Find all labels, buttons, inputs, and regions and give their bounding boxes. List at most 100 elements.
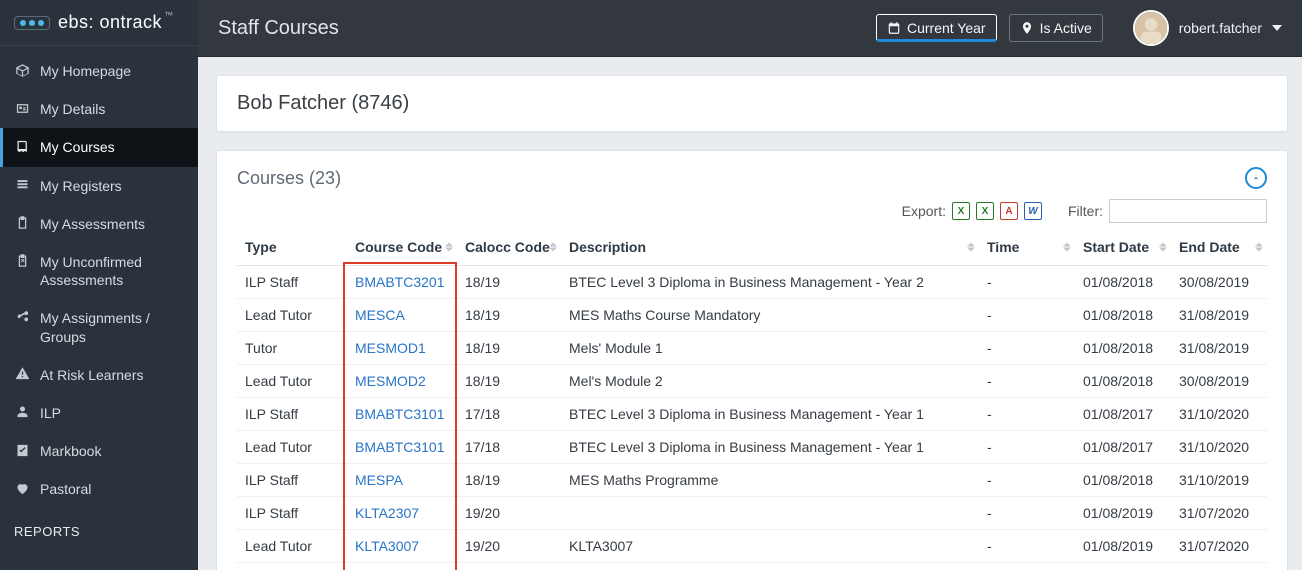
avatar-placeholder-icon <box>1135 12 1167 44</box>
course-code-link[interactable]: BMABTC3201 <box>355 274 444 290</box>
pin-icon <box>1020 21 1034 35</box>
col-type[interactable]: Type <box>237 229 347 266</box>
sidebar-item-markbook[interactable]: Markbook <box>0 432 198 470</box>
cell-calocc: 19/20 <box>457 563 561 570</box>
cell-desc: BTEC Level 3 Diploma in Business Managem… <box>561 266 979 299</box>
cell-start: 01/08/2017 <box>1075 431 1171 464</box>
content: Bob Fatcher (8746) Courses (23) Export: … <box>198 57 1302 570</box>
course-code-link[interactable]: MESMOD2 <box>355 373 426 389</box>
col-course-code[interactable]: Course Code <box>347 229 457 266</box>
user-menu[interactable]: robert.fatcher <box>1133 10 1282 46</box>
chip-current-year[interactable]: Current Year <box>876 14 997 42</box>
cell-code: KLTA3007 <box>347 530 457 563</box>
course-code-link[interactable]: MESMOD1 <box>355 340 426 356</box>
cell-start: 01/08/2018 <box>1075 332 1171 365</box>
sort-arrows-icon <box>445 243 453 252</box>
export-xls-icon[interactable]: X <box>952 202 970 220</box>
course-code-link[interactable]: MESPA <box>355 472 403 488</box>
cell-calocc: 18/19 <box>457 332 561 365</box>
sidebar-item-my-assignments-groups[interactable]: My Assignments / Groups <box>0 299 198 355</box>
cell-time: - <box>979 497 1075 530</box>
cell-end: 31/10/2020 <box>1171 398 1267 431</box>
warn-icon <box>14 366 30 382</box>
cell-desc: Mel's Module 2 <box>561 365 979 398</box>
cell-desc: MES Maths Programme <box>561 464 979 497</box>
collapse-button[interactable] <box>1245 167 1267 189</box>
cell-code: MESMOD1 <box>347 332 457 365</box>
chevron-down-icon <box>1272 25 1282 31</box>
col-start-date[interactable]: Start Date <box>1075 229 1171 266</box>
sort-arrows-icon <box>1063 243 1071 252</box>
check-icon <box>14 442 30 458</box>
sidebar-item-my-assessments[interactable]: My Assessments <box>0 205 198 243</box>
cell-type: ILP Staff <box>237 266 347 299</box>
cell-calocc: 18/19 <box>457 464 561 497</box>
cell-end: 31/10/2020 <box>1171 431 1267 464</box>
cell-type: Lead Tutor <box>237 431 347 464</box>
cell-type: ILP Staff <box>237 464 347 497</box>
courses-table: TypeCourse CodeCalocc CodeDescriptionTim… <box>237 229 1267 570</box>
share-icon <box>14 309 30 325</box>
cell-desc: KLTA3007 <box>561 530 979 563</box>
cell-time: - <box>979 266 1075 299</box>
list-icon <box>14 177 30 193</box>
sidebar-item-my-homepage[interactable]: My Homepage <box>0 52 198 90</box>
sidebar-item-my-unconfirmed-assessments[interactable]: My Unconfirmed Assessments <box>0 243 198 299</box>
table-row: ILP StaffKLTA230719/20-01/08/201931/07/2… <box>237 497 1267 530</box>
course-code-link[interactable]: KLTA3007 <box>355 538 419 554</box>
cell-calocc: 19/20 <box>457 530 561 563</box>
course-code-link[interactable]: BMABTC3101 <box>355 439 444 455</box>
export-pdf-icon[interactable]: A <box>1000 202 1018 220</box>
person-card: Bob Fatcher (8746) <box>216 75 1288 132</box>
brand-logo[interactable]: ebs: ontrack ™ <box>0 0 198 46</box>
book-icon <box>14 138 30 154</box>
course-code-link[interactable]: BMABTC3101 <box>355 406 444 422</box>
courses-card: Courses (23) Export: X X A W Filter: <box>216 150 1288 570</box>
sidebar-item-at-risk-learners[interactable]: At Risk Learners <box>0 356 198 394</box>
col-description[interactable]: Description <box>561 229 979 266</box>
cell-code: MESPA <box>347 464 457 497</box>
sidebar-item-label: Pastoral <box>40 480 91 498</box>
avatar <box>1133 10 1169 46</box>
col-calocc-code[interactable]: Calocc Code <box>457 229 561 266</box>
chip-is-active[interactable]: Is Active <box>1009 14 1103 42</box>
cell-code: MESCA <box>347 299 457 332</box>
clipboard-icon <box>14 215 30 231</box>
filter-input[interactable] <box>1109 199 1267 223</box>
cell-start: 01/08/2018 <box>1075 365 1171 398</box>
filter-label: Filter: <box>1068 203 1103 219</box>
course-code-link[interactable]: KLTA2307 <box>355 505 419 521</box>
courses-panel-title: Courses (23) <box>237 168 341 189</box>
export-doc-icon[interactable]: W <box>1024 202 1042 220</box>
col-time[interactable]: Time <box>979 229 1075 266</box>
sidebar-item-label: My Courses <box>40 138 115 156</box>
cell-desc: KLTA3007 <box>561 563 979 570</box>
cell-time: - <box>979 563 1075 570</box>
cell-end: 31/08/2019 <box>1171 299 1267 332</box>
sidebar-item-my-registers[interactable]: My Registers <box>0 167 198 205</box>
sidebar-item-ilp[interactable]: ILP <box>0 394 198 432</box>
cell-type: ILP Staff <box>237 497 347 530</box>
cell-time: - <box>979 365 1075 398</box>
cell-time: - <box>979 398 1075 431</box>
cell-type: ILP Staff <box>237 563 347 570</box>
sidebar-item-label: My Assignments / Groups <box>40 309 184 345</box>
cell-calocc: 17/18 <box>457 398 561 431</box>
sidebar-item-my-courses[interactable]: My Courses <box>0 128 198 166</box>
cell-type: ILP Staff <box>237 398 347 431</box>
sidebar-item-pastoral[interactable]: Pastoral <box>0 470 198 508</box>
cell-code: BMABTC3201 <box>347 266 457 299</box>
clipboard-x-icon <box>14 253 30 269</box>
export-xlsx-icon[interactable]: X <box>976 202 994 220</box>
sidebar-item-label: My Details <box>40 100 105 118</box>
col-end-date[interactable]: End Date <box>1171 229 1267 266</box>
cell-end: 31/07/2020 <box>1171 530 1267 563</box>
sidebar-item-my-details[interactable]: My Details <box>0 90 198 128</box>
cell-desc: MES Maths Course Mandatory <box>561 299 979 332</box>
cell-code: KLTA2307 <box>347 497 457 530</box>
sort-arrows-icon <box>967 243 975 252</box>
user-name: robert.fatcher <box>1179 20 1262 36</box>
heart-icon <box>14 480 30 496</box>
course-code-link[interactable]: MESCA <box>355 307 405 323</box>
cell-desc: BTEC Level 3 Diploma in Business Managem… <box>561 398 979 431</box>
